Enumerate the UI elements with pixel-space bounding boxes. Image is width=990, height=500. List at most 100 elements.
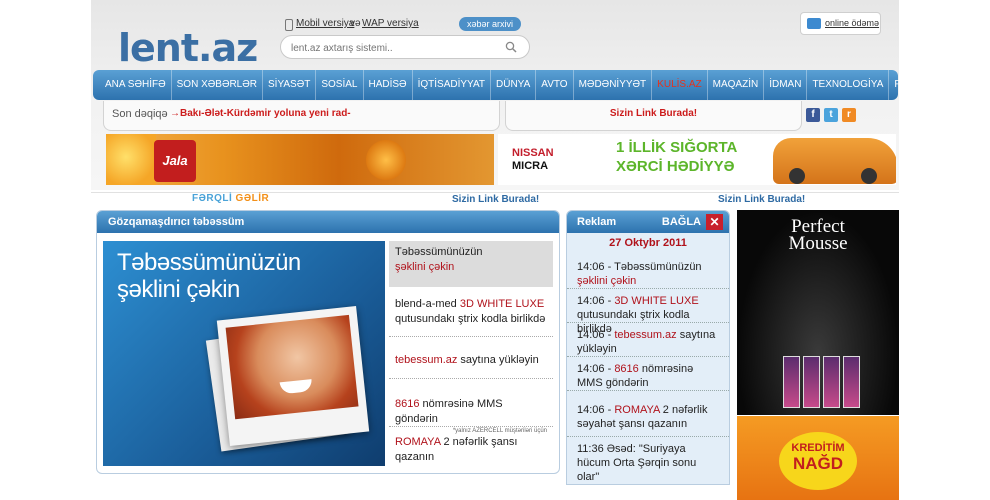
feature-step[interactable]: 8616 nömrəsinə MMS göndərin *yalnız AZER… (389, 387, 553, 434)
sponsored-link[interactable]: Sizin Link Burada! (718, 194, 805, 205)
step-text: Təbəssümünüzün (395, 246, 483, 258)
nav-item-photogallery[interactable]: FOTOQALEREYA (889, 70, 982, 100)
nav-item-kulis[interactable]: KULİS.AZ (652, 70, 708, 100)
feed-time: 14:06 - (577, 404, 615, 416)
feed-highlight: 3D WHITE LUXE (614, 295, 699, 307)
credit-badge: KREDİTİM NAĞD (779, 432, 857, 490)
car-wheel-icon (789, 168, 805, 184)
product-box-image (843, 356, 860, 408)
breaking-news-headline[interactable]: →Bakı-Ələt-Kürdəmir yoluna yeni rad- (170, 108, 351, 119)
sponsored-link[interactable]: Sizin Link Burada! (506, 108, 801, 119)
reklam-panel-header: Reklam BAĞLA ✕ (567, 211, 729, 233)
main-navigation: ANA SƏHİFƏ SON XƏBƏRLƏR SİYASƏT SOSİAL H… (93, 70, 990, 100)
step-highlight: 3D WHITE LUXE (459, 298, 545, 310)
feature-panel: Gözqamaşdırıcı təbəssüm Təbəssümünüzün ş… (96, 210, 560, 474)
online-payment-button[interactable]: online ödəmə (800, 12, 881, 35)
nav-item-politics[interactable]: SİYASƏT (263, 70, 317, 100)
nav-item-social[interactable]: SOSİAL (316, 70, 364, 100)
feed-time: 14:06 - (577, 329, 615, 341)
nav-item-technology[interactable]: TEXNOLOGİYA (807, 70, 890, 100)
sponsored-link-box: Sizin Link Burada! (505, 101, 802, 131)
feature-image[interactable]: Təbəssümünüzün şəklini çəkin (103, 241, 385, 466)
feature-step[interactable]: Təbəssümünüzün şəklini çəkin (389, 241, 553, 287)
woman-face-image (225, 314, 359, 420)
search-box (280, 35, 530, 59)
feature-step[interactable]: ROMAYA 2 nəfərlik şansı qazanın (389, 431, 553, 467)
feed-item[interactable]: 14:06 - ROMAYA 2 nəfərlik səyahət şansı … (567, 391, 729, 437)
nissan-brand: NISSAN (512, 147, 554, 159)
step-highlight: ROMAYA (395, 436, 441, 448)
feature-panel-title: Gözqamaşdırıcı təbəssüm (97, 211, 559, 233)
feature-step[interactable]: tebessum.az saytına yükləyin (389, 341, 553, 379)
nav-item-latest-news[interactable]: SON XƏBƏRLƏR (172, 70, 263, 100)
feed-item[interactable]: 14:06 - tebessum.az saytına yükləyin (567, 323, 729, 357)
feed-item[interactable]: 14:06 - 3D WHITE LUXE qutusundakı ştrix … (567, 289, 729, 335)
mobile-version-link[interactable]: Mobil versiya (296, 18, 354, 29)
promo-line-2: XƏRCİ HƏDİYYƏ (616, 158, 735, 175)
jala-juice-banner[interactable]: Jala (106, 134, 494, 185)
feature-step[interactable]: blend-a-med 3D WHITE LUXE qutusundakı şt… (389, 293, 553, 337)
feed-item[interactable]: 14:06 - Təbəssümünüzün şəklini çəkin (567, 255, 729, 289)
nav-item-home[interactable]: ANA SƏHİFƏ (100, 70, 172, 100)
breaking-news-ticker: Son dəqiqə →Bakı-Ələt-Kürdəmir yoluna ye… (103, 101, 500, 131)
perfect-mousse-ad[interactable]: Perfect Mousse (737, 210, 899, 415)
micra-model: MICRA (512, 160, 549, 172)
rss-icon[interactable]: r (842, 108, 856, 122)
feature-image-title: Təbəssümünüzün şəklini çəkin (117, 249, 301, 303)
credit-line-1: KREDİTİM (791, 442, 845, 454)
nav-item-world[interactable]: DÜNYA (491, 70, 537, 100)
facebook-icon[interactable]: f (806, 108, 820, 122)
ferqli-text: FƏRQLİ (192, 193, 236, 204)
news-archive-button[interactable]: xəbər arxivi (459, 17, 521, 31)
feed-time: 14:06 - (577, 363, 615, 375)
step-text: blend-a-med (395, 298, 460, 310)
nav-item-auto[interactable]: AVTO (536, 70, 574, 100)
nav-item-culture[interactable]: MƏDƏNİYYƏT (574, 70, 653, 100)
product-box-image (783, 356, 800, 408)
fruit-image (106, 134, 156, 185)
link-separator: və (350, 18, 361, 29)
feed-item[interactable]: 14:06 - 8616 nömrəsinə MMS göndərin (567, 357, 729, 391)
step-highlight: tebessum.az (395, 354, 458, 366)
twitter-icon[interactable]: t (824, 108, 838, 122)
feed-time: 11:36 (577, 443, 607, 455)
sponsored-link[interactable]: Sizin Link Burada! (452, 194, 539, 205)
product-box-image (803, 356, 820, 408)
feature-steps: Təbəssümünüzün şəklini çəkin blend-a-med… (389, 241, 553, 466)
feed-time: 14:06 - (577, 295, 615, 307)
reklam-title: Reklam (577, 216, 617, 228)
search-icon[interactable] (505, 41, 517, 53)
site-logo[interactable]: lent.az (118, 26, 258, 70)
step-highlight: 8616 (395, 398, 420, 410)
search-input[interactable] (291, 41, 491, 55)
payment-card-icon (807, 18, 821, 29)
promo-line-1: 1 İLLİK SIĞORTA (616, 139, 738, 156)
nissan-micra-banner[interactable]: NISSAN MICRA 1 İLLİK SIĞORTA XƏRCİ HƏDİY… (498, 134, 896, 185)
car-wheel-icon (861, 168, 877, 184)
breaking-news-label: Son dəqiqə (112, 108, 168, 120)
gelir-text: GƏLİR (235, 193, 270, 204)
news-feed: 14:06 - Təbəssümünüzün şəklini çəkin 14:… (567, 255, 729, 484)
reklam-panel: Reklam BAĞLA ✕ 27 Oktybr 2011 14:06 - Tə… (566, 210, 730, 485)
flower-image (366, 140, 406, 180)
mobile-phone-icon (285, 19, 293, 31)
nav-item-incidents[interactable]: HADİSƏ (364, 70, 413, 100)
close-icon[interactable]: ✕ (706, 214, 723, 230)
nav-item-video[interactable]: VİDEO (981, 70, 990, 100)
online-payment-label: online ödəmə (825, 18, 880, 28)
product-box-image (823, 356, 840, 408)
nav-item-sport[interactable]: İDMAN (764, 70, 808, 100)
nav-item-economy[interactable]: İQTİSADİYYAT (413, 70, 492, 100)
reklam-date: 27 Oktybr 2011 (609, 237, 687, 249)
car-image (773, 138, 896, 184)
close-label[interactable]: BAĞLA (662, 211, 701, 233)
feed-highlight: tebessum.az (614, 329, 677, 341)
credit-ad[interactable]: KREDİTİM NAĞD (737, 416, 899, 500)
nav-item-magazine[interactable]: MAQAZİN (708, 70, 765, 100)
smiling-woman-photo (216, 306, 370, 446)
ferqli-gelir-link[interactable]: FƏRQLİ GƏLİR (192, 193, 269, 204)
feed-item[interactable]: 11:36 Əsəd: "Suriyaya hücum Orta Şərqin … (567, 437, 729, 484)
credit-line-2: NAĞD (792, 454, 844, 473)
wap-version-link[interactable]: WAP versiya (362, 18, 419, 29)
step-text: qutusundakı ştrix kodla birlikdə (395, 313, 546, 325)
